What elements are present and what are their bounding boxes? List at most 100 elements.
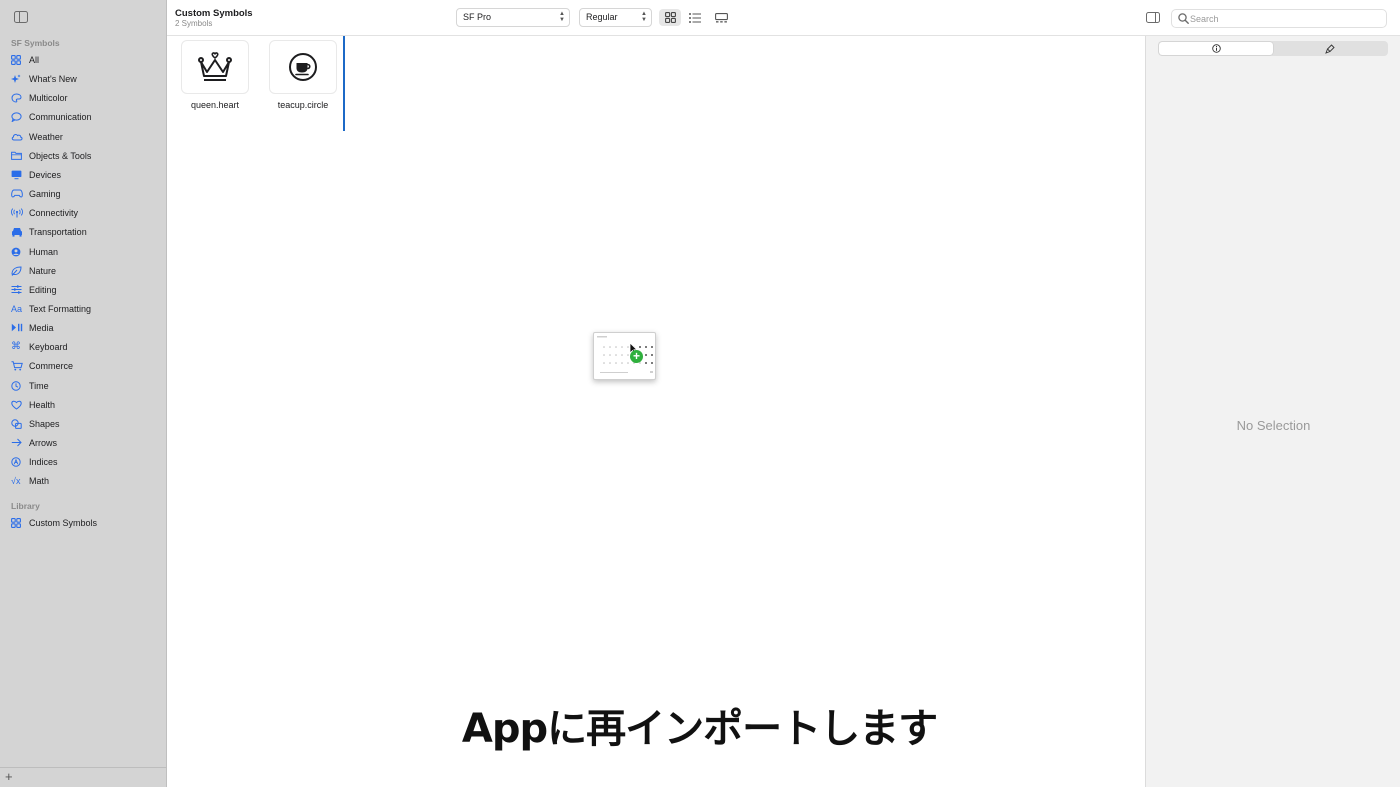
symbol-count: 2 Symbols [175,19,213,28]
add-collection-button[interactable]: + [5,769,13,784]
sidebar-item-label: Objects & Tools [29,150,92,161]
sidebar-item-arrows[interactable]: Arrows [11,434,161,451]
section-title-sf-symbols: SF Symbols [11,38,60,48]
symbol-tile-queen-heart[interactable] [181,40,249,94]
symbol-grid: queen.heart teacup.circle + Appに再インポートしま… [167,36,1145,787]
grid-icon [11,54,29,65]
sidebar-item-weather[interactable]: Weather [11,128,161,145]
sidebar-item-label: All [29,54,40,65]
sidebar-item-nature[interactable]: Nature [11,262,161,279]
sidebar-item-devices[interactable]: Devices [11,166,161,183]
palette-icon [11,92,29,103]
symbol-tile-teacup-circle[interactable] [269,40,337,94]
grid-view-button[interactable] [659,9,681,26]
sidebar-item-objects-tools[interactable]: Objects & Tools [11,147,161,164]
sidebar-item-label: Gaming [29,188,61,199]
sidebar-item-label: Media [29,322,54,333]
font-select-value: SF Pro [463,12,492,22]
drop-insertion-indicator [343,36,345,131]
sidebar-item-text-formatting[interactable]: Aa Text Formatting [11,300,161,317]
search-input[interactable] [1190,11,1380,26]
sidebar-item-shapes[interactable]: Shapes [11,415,161,432]
text-format-icon: Aa [11,303,23,314]
sidebar-item-human[interactable]: Human [11,243,161,260]
sidebar-item-label: Health [29,399,56,410]
car-icon [11,227,29,237]
grid-view-icon [664,12,676,23]
gallery-view-button[interactable] [710,9,732,26]
page-title: Custom Symbols [175,8,253,19]
sidebar-item-indices[interactable]: Indices [11,453,161,470]
sidebar-item-label: Indices [29,456,58,467]
list-view-button[interactable] [684,9,706,26]
symbol-name: queen.heart [190,100,240,110]
sidebar-item-label: Time [29,380,49,391]
sidebar-item-custom-symbols[interactable]: Custom Symbols [11,514,161,531]
tab-customize[interactable] [1273,42,1387,55]
game-controller-icon [11,189,29,198]
display-icon [11,170,29,180]
sidebar-item-multicolor[interactable]: Multicolor [11,89,161,106]
shapes-icon [11,418,29,429]
sidebar-item-media[interactable]: Media [11,319,161,336]
sidebar-item-what-s-new[interactable]: What's New [11,70,161,87]
sidebar-item-commerce[interactable]: Commerce [11,357,161,374]
sidebar-item-label: Commerce [29,360,74,371]
sidebar-item-label: Human [29,246,59,257]
sparkle-icon [11,74,29,84]
search-field[interactable] [1171,9,1387,28]
sidebar-item-all[interactable]: All [11,51,161,68]
cart-icon [11,360,29,371]
sidebar-item-math[interactable]: √x Math [11,472,161,489]
sidebar-item-gaming[interactable]: Gaming [11,185,161,202]
sidebar-item-label: Keyboard [29,341,68,352]
sidebar-item-label: Weather [29,131,63,142]
index-circle-icon [11,456,29,467]
square-root-icon: √x [11,475,21,486]
toolbar: Custom Symbols 2 Symbols SF Pro ▲ ▼ Regul… [167,0,1400,36]
sidebar-item-label: Math [29,475,50,486]
crown-icon [198,52,232,81]
sidebar-item-health[interactable]: Health [11,396,161,413]
sidebar-item-label: Nature [29,265,57,276]
sidebar-item-connectivity[interactable]: Connectivity [11,204,161,221]
sidebar-item-label: Text Formatting [29,303,92,314]
clock-icon [11,380,29,391]
dragged-file-thumbnail[interactable] [593,332,656,380]
symbol-name: teacup.circle [277,100,329,110]
inspector-toggle-icon[interactable] [1146,12,1160,23]
sidebar-item-editing[interactable]: Editing [11,281,161,298]
tab-info[interactable] [1159,42,1273,55]
inspector-tabs [1158,41,1388,56]
leaf-icon [11,265,29,276]
copy-plus-badge-icon: + [630,350,643,363]
sidebar-item-keyboard[interactable]: ⌘ Keyboard [11,338,161,355]
heart-icon [11,400,29,410]
sidebar-toggle-icon[interactable] [14,11,28,23]
sidebar-item-label: Connectivity [29,207,79,218]
folder-icon [11,151,29,160]
sidebar-item-label: Custom Symbols [29,517,98,528]
sidebar-item-label: Arrows [29,437,58,448]
section-title-library: Library [11,501,40,511]
speech-bubble-icon [11,111,29,122]
gallery-view-icon [714,12,728,22]
antenna-icon [11,207,29,218]
sidebar-item-transportation[interactable]: Transportation [11,223,161,240]
sidebar-item-label: Shapes [29,418,60,429]
sidebar-item-label: What's New [29,73,77,84]
inspector-panel: No Selection [1145,36,1400,787]
command-icon: ⌘ [11,341,21,352]
chevron-updown-icon: ▲ ▼ [641,11,647,23]
play-pause-icon [11,323,29,332]
sidebar-footer: + [0,767,167,787]
sidebar-item-time[interactable]: Time [11,377,161,394]
person-circle-icon [11,247,29,257]
sidebar-item-label: Transportation [29,226,87,237]
weight-select[interactable]: Regular ▲ ▼ [579,8,652,27]
sidebar-item-communication[interactable]: Communication [11,108,161,125]
info-icon [1211,44,1221,53]
sidebar-item-label: Communication [29,111,92,122]
sidebar-item-label: Multicolor [29,92,68,103]
font-select[interactable]: SF Pro ▲ ▼ [456,8,570,27]
